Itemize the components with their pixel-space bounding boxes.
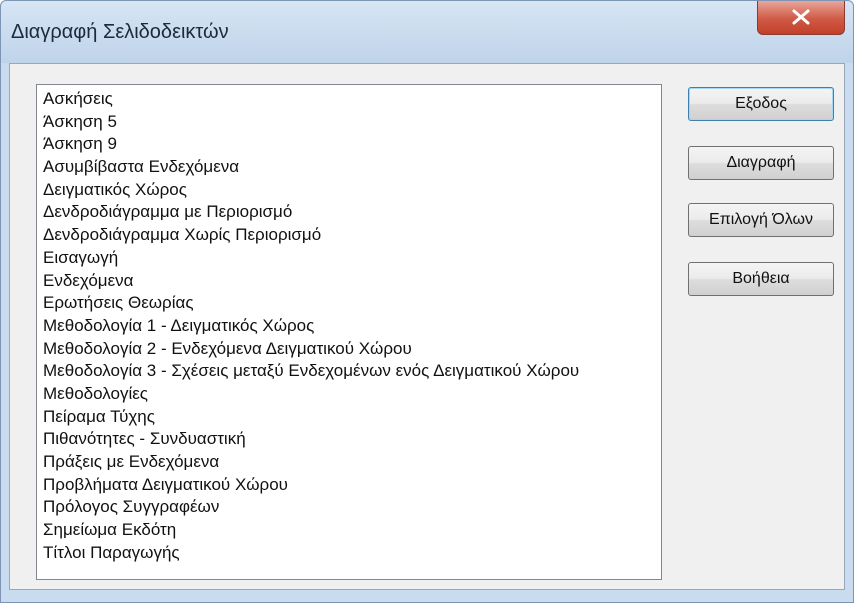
- bookmark-list-item[interactable]: Ερωτήσεις Θεωρίας: [37, 292, 661, 315]
- title-bar[interactable]: Διαγραφή Σελιδοδεικτών: [1, 1, 853, 63]
- bookmark-list-item[interactable]: Ενδεχόμενα: [37, 270, 661, 293]
- bookmark-list-item[interactable]: Δενδροδιάγραμμα Χωρίς Περιορισμό: [37, 224, 661, 247]
- bookmark-list-item[interactable]: Πείραμα Τύχης: [37, 406, 661, 429]
- bookmark-list-item[interactable]: Εισαγωγή: [37, 247, 661, 270]
- bookmark-list-item[interactable]: Μεθοδολογία 1 - Δειγματικός Χώρος: [37, 315, 661, 338]
- bookmark-list-item[interactable]: Προβλήματα Δειγματικού Χώρου: [37, 474, 661, 497]
- bookmark-list[interactable]: Ασκήσεις Άσκηση 5 Άσκηση 9 Ασυμβίβαστα Ενδε…: [36, 84, 662, 580]
- close-button[interactable]: [757, 1, 845, 35]
- bookmark-list-item[interactable]: Μεθοδολογίες: [37, 383, 661, 406]
- bookmark-list-items: Ασκήσεις Άσκηση 5 Άσκηση 9 Ασυμβίβαστα Ενδε…: [37, 85, 661, 564]
- window-title: Διαγραφή Σελιδοδεικτών: [11, 21, 229, 43]
- bookmark-list-item[interactable]: Πιθανότητες - Συνδυαστική: [37, 428, 661, 451]
- bookmark-list-item[interactable]: Άσκηση 9: [37, 133, 661, 156]
- dialog-client-area: Ασκήσεις Άσκηση 5 Άσκηση 9 Ασυμβίβαστα Ενδε…: [9, 63, 845, 590]
- bookmark-list-item[interactable]: Ασυμβίβαστα Ενδεχόμενα: [37, 156, 661, 179]
- bookmark-list-item[interactable]: Ασκήσεις: [37, 88, 661, 111]
- close-x-icon: [792, 9, 810, 25]
- bookmark-list-item[interactable]: Άσκηση 5: [37, 111, 661, 134]
- bookmark-list-item[interactable]: Πράξεις με Ενδεχόμενα: [37, 451, 661, 474]
- exit-button[interactable]: Εξοδος: [688, 87, 834, 121]
- bookmark-list-item[interactable]: Δειγματικός Χώρος: [37, 179, 661, 202]
- delete-bookmarks-dialog: Διαγραφή Σελιδοδεικτών Ασκήσεις Άσκηση 5Ά…: [0, 0, 854, 603]
- bookmark-list-item[interactable]: Μεθοδολογία 3 - Σχέσεις μεταξύ Ενδεχομέν…: [37, 360, 661, 383]
- bookmark-list-item[interactable]: Πρόλογος Συγγραφέων: [37, 496, 661, 519]
- delete-button[interactable]: Διαγραφή: [688, 146, 834, 180]
- bookmark-list-item[interactable]: Σημείωμα Εκδότη: [37, 519, 661, 542]
- select-all-button[interactable]: Επιλογή Όλων: [688, 203, 834, 237]
- bookmark-list-item[interactable]: Δενδροδιάγραμμα με Περιορισμό: [37, 201, 661, 224]
- help-button[interactable]: Βοήθεια: [688, 262, 834, 296]
- bookmark-list-item[interactable]: Μεθοδολογία 2 - Ενδεχόμενα Δειγματικού Χ…: [37, 338, 661, 361]
- bookmark-list-item[interactable]: Τίτλοι Παραγωγής: [37, 542, 661, 565]
